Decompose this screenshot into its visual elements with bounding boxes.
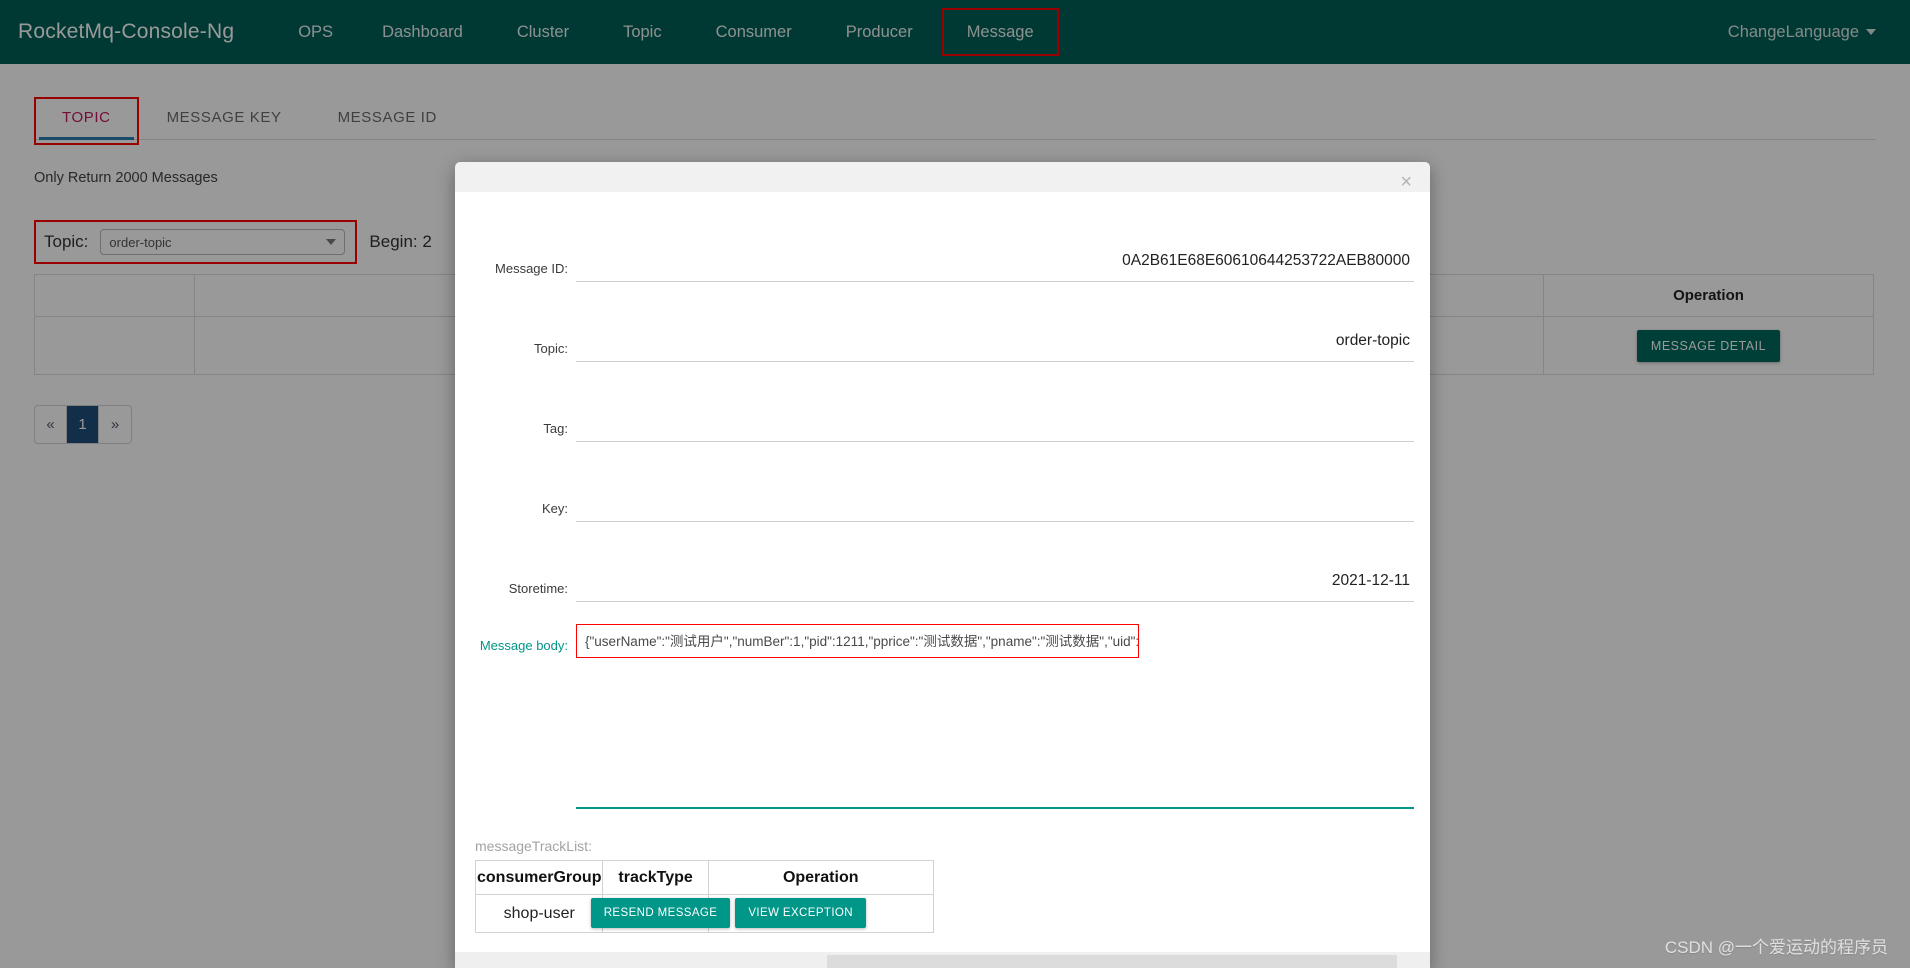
modal-footer-inner [827,955,1397,968]
app-root: RocketMq-Console-Ng OPS Dashboard Cluste… [0,0,1910,968]
track-header-row: consumerGroup trackType Operation [474,860,934,895]
field-key-value [576,492,1414,522]
field-message-id-label: Message ID: [495,261,568,276]
field-message-body: Message body: {"userName":"测试用户","numBer… [471,624,1414,824]
track-operation-buttons: RESEND MESSAGE VIEW EXCEPTION [590,898,866,928]
track-col-consumer-group: consumerGroup [474,860,604,895]
field-key-label: Key: [541,501,568,516]
table-row: shop-user NOT_ONLINE RESEND MESSAGE VIEW… [474,894,934,933]
track-table-body: shop-user NOT_ONLINE RESEND MESSAGE VIEW… [474,894,934,933]
field-message-body-label: Message body: [479,638,568,653]
field-topic: Topic: order-topic [471,300,1414,362]
field-storetime-label: Storetime: [508,581,568,596]
message-track-list-label: messageTrackList: [475,838,592,854]
message-body-textarea[interactable]: {"userName":"测试用户","numBer":1,"pid":1211… [576,624,1139,658]
field-key: Key: [471,460,1414,522]
resend-message-button[interactable]: RESEND MESSAGE [590,898,731,928]
track-col-operation: Operation [707,860,934,895]
message-detail-modal: × Message ID: 0A2B61E68E60610644253722AE… [455,162,1430,968]
field-topic-value: order-topic [576,332,1414,362]
track-col-track-type: trackType [602,860,709,895]
field-tag: Tag: [471,380,1414,442]
watermark: CSDN @一个爱运动的程序员 [1664,938,1888,957]
track-consumer-group-value: shop-user [474,894,604,933]
message-body-underline [576,807,1414,809]
field-storetime-value: 2021-12-11 [576,572,1414,602]
field-storetime: Storetime: 2021-12-11 [471,540,1414,602]
modal-content: Message ID: 0A2B61E68E60610644253722AEB8… [455,192,1430,968]
track-table-head: consumerGroup trackType Operation [474,860,934,895]
message-track-table: consumerGroup trackType Operation shop-u… [474,860,934,933]
field-topic-label: Topic: [534,341,568,356]
message-body-wrap: {"userName":"测试用户","numBer":1,"pid":1211… [576,624,1414,809]
field-message-id: Message ID: 0A2B61E68E60610644253722AEB8… [471,220,1414,282]
field-tag-value [576,412,1414,442]
view-exception-button[interactable]: VIEW EXCEPTION [735,898,866,928]
field-tag-label: Tag: [543,421,568,436]
track-operation-cell: RESEND MESSAGE VIEW EXCEPTION [590,894,934,933]
field-message-id-value: 0A2B61E68E60610644253722AEB80000 [576,252,1414,282]
